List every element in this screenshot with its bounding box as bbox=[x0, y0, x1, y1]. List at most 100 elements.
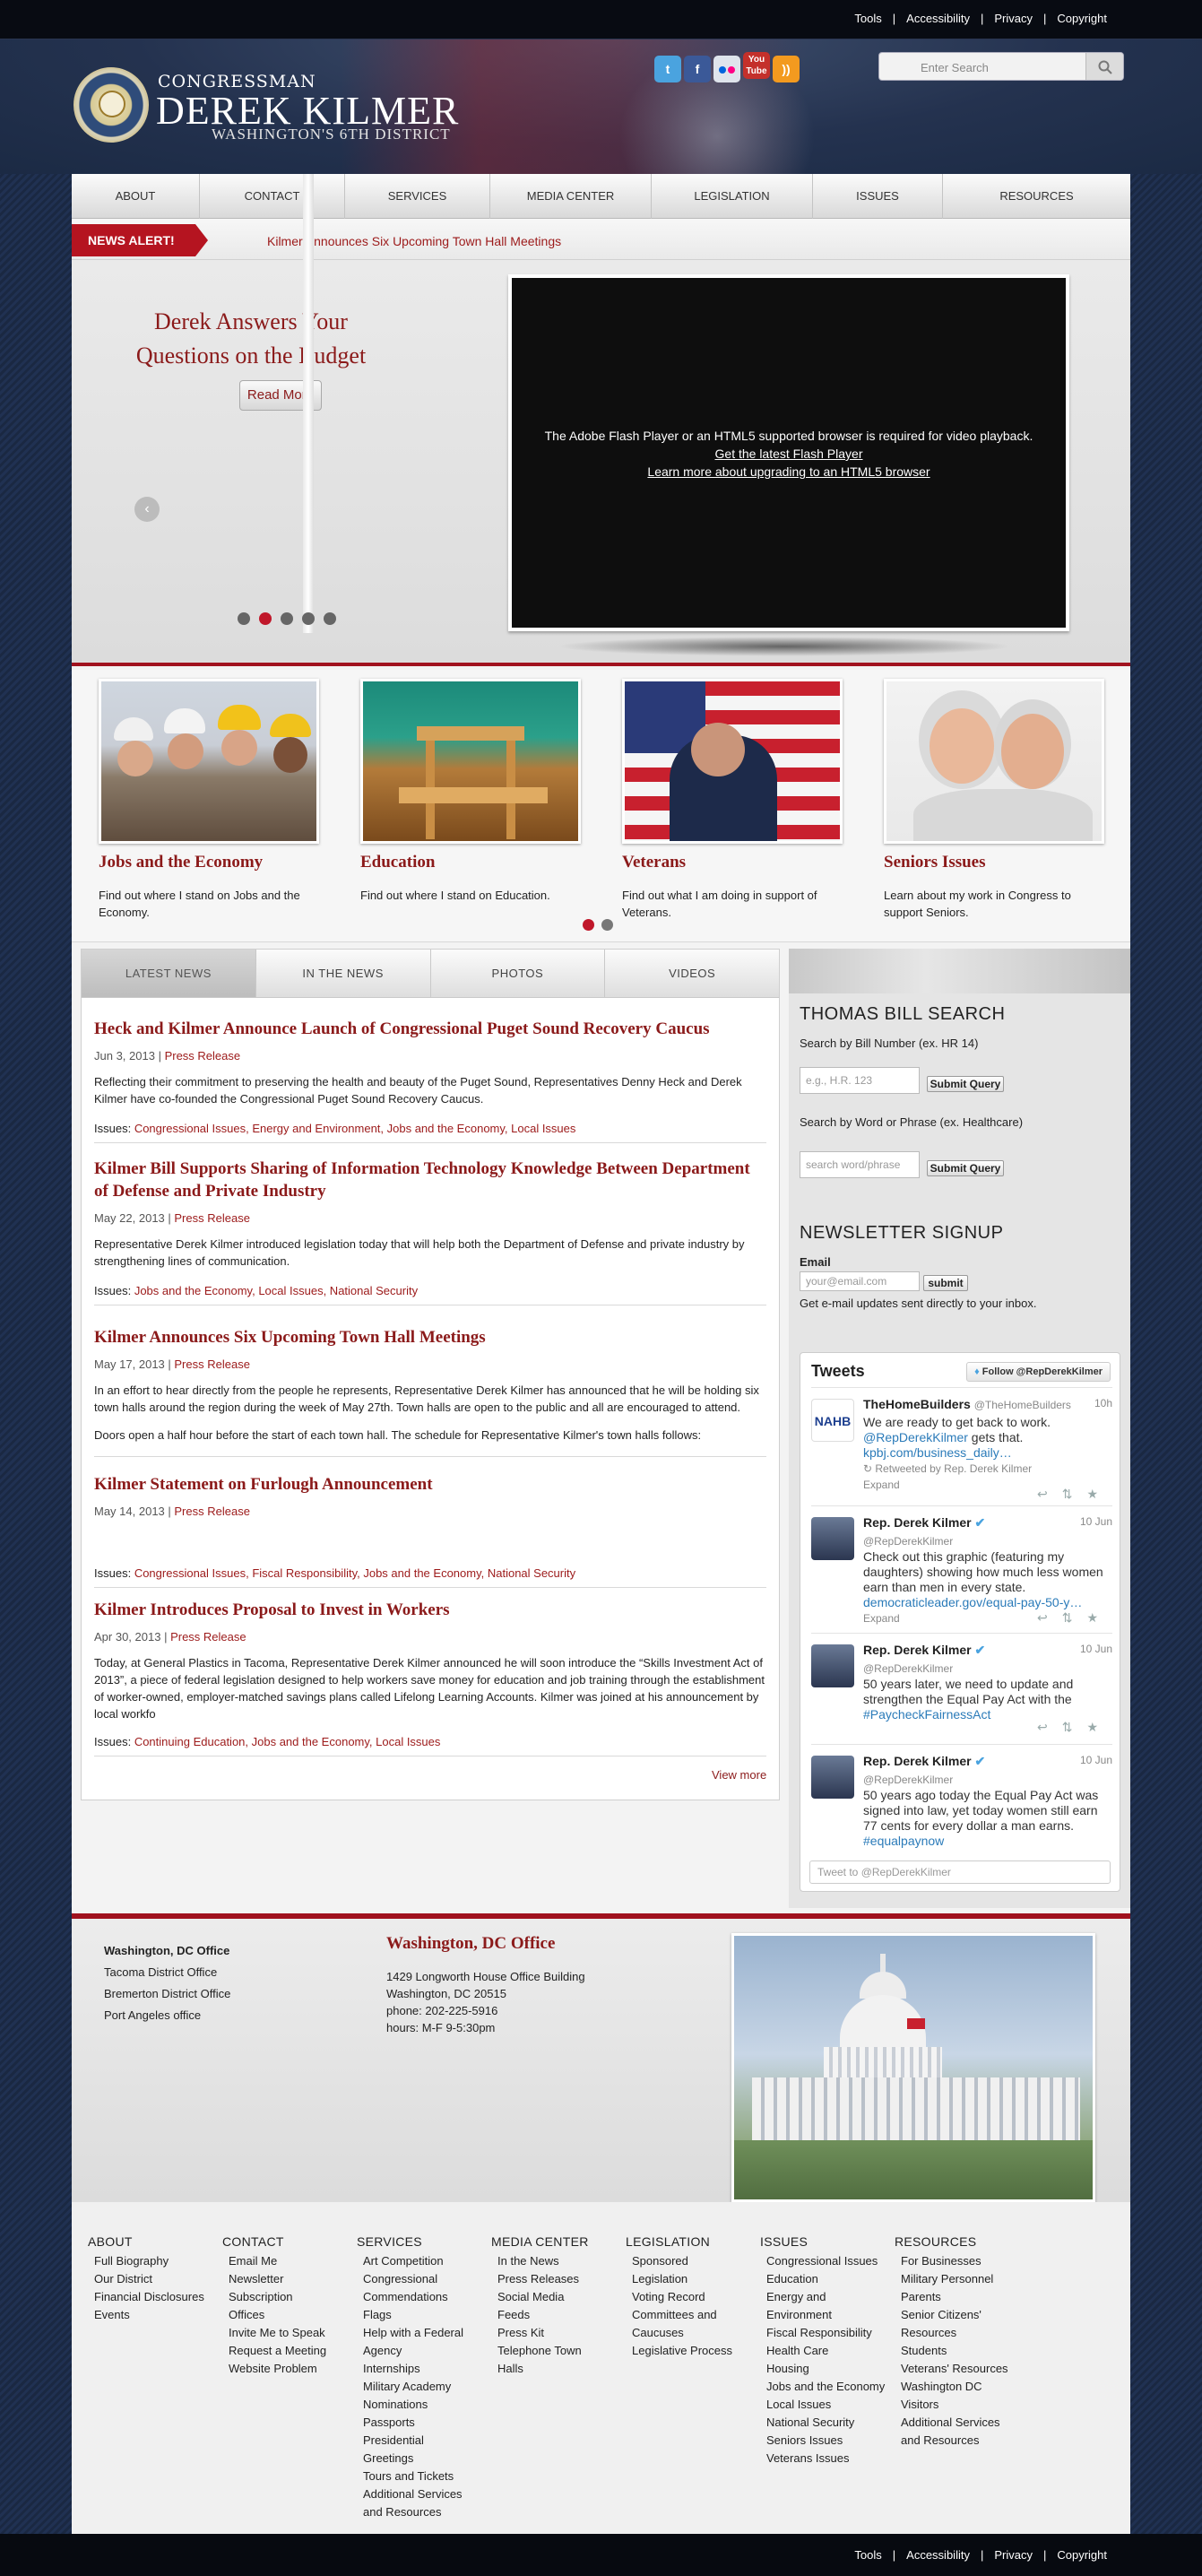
tweet-author[interactable]: Rep. Derek Kilmer ✔ bbox=[863, 1643, 985, 1658]
link-copyright[interactable]: Copyright bbox=[1051, 2548, 1112, 2562]
sitemap-link[interactable]: Senior Citizens' Resources bbox=[895, 2306, 1011, 2342]
feature-dot[interactable] bbox=[601, 919, 613, 931]
sitemap-link[interactable]: For Businesses bbox=[895, 2252, 1011, 2270]
nav-about[interactable]: ABOUT bbox=[72, 174, 200, 219]
facebook-icon[interactable]: f bbox=[684, 56, 711, 82]
sitemap-heading[interactable]: Services bbox=[357, 2233, 473, 2251]
slider-dot[interactable] bbox=[281, 612, 293, 625]
article-type-link[interactable]: Press Release bbox=[170, 1630, 246, 1644]
education-image[interactable] bbox=[360, 679, 581, 844]
sitemap-link[interactable]: Seniors Issues bbox=[760, 2432, 895, 2450]
sitemap-link[interactable]: Full Biography bbox=[88, 2252, 213, 2270]
bill-word-submit-button[interactable]: Submit Query bbox=[927, 1160, 1004, 1176]
sitemap-link[interactable]: Presidential Greetings bbox=[357, 2432, 473, 2468]
tweet-time[interactable]: 10h bbox=[1094, 1397, 1112, 1409]
tweet[interactable]: Rep. Derek Kilmer ✔ 10 Jun @RepDerekKilm… bbox=[811, 1505, 1112, 1638]
sitemap-link[interactable]: Parents bbox=[895, 2288, 1011, 2306]
video-player[interactable]: The Adobe Flash Player or an HTML5 suppo… bbox=[508, 274, 1069, 631]
sitemap-heading[interactable]: Issues bbox=[760, 2233, 895, 2251]
article-title[interactable]: Heck and Kilmer Announce Launch of Congr… bbox=[94, 1018, 766, 1040]
office-item[interactable]: Bremerton District Office bbox=[104, 1983, 230, 2005]
tweet[interactable]: Rep. Derek Kilmer ✔ 10 Jun @RepDerekKilm… bbox=[811, 1633, 1112, 1748]
tweet-time[interactable]: 10 Jun bbox=[1080, 1754, 1112, 1766]
avatar[interactable] bbox=[811, 1756, 854, 1799]
sitemap-heading[interactable]: Legislation bbox=[626, 2233, 742, 2251]
sitemap-link[interactable]: Veterans Issues bbox=[760, 2450, 895, 2468]
tweet-actions[interactable]: ↩⇅★ bbox=[1037, 1610, 1112, 1626]
sitemap-link[interactable]: Military Personnel bbox=[895, 2270, 1011, 2288]
expand-link[interactable]: Expand bbox=[863, 1612, 900, 1625]
bill-number-input[interactable]: e.g., H.R. 123 bbox=[800, 1067, 920, 1094]
seniors-image[interactable] bbox=[884, 679, 1104, 844]
article-title[interactable]: Kilmer Introduces Proposal to Invest in … bbox=[94, 1599, 766, 1621]
nav-contact[interactable]: CONTACT bbox=[200, 174, 345, 219]
sitemap-link[interactable]: Military Academy Nominations bbox=[357, 2378, 473, 2414]
sitemap-link[interactable]: Congressional Commendations bbox=[357, 2270, 473, 2306]
sitemap-link[interactable]: National Security bbox=[760, 2414, 895, 2432]
article-title[interactable]: Kilmer Statement on Furlough Announcemen… bbox=[94, 1473, 766, 1496]
slider-prev-icon[interactable]: ‹ bbox=[134, 497, 160, 522]
sitemap-link[interactable]: Press Releases bbox=[491, 2270, 608, 2288]
sitemap-link[interactable]: Passports bbox=[357, 2414, 473, 2432]
nav-services[interactable]: SERVICES bbox=[345, 174, 490, 219]
sitemap-link[interactable]: Newsletter Subscription bbox=[222, 2270, 339, 2306]
sitemap-link[interactable]: Feeds bbox=[491, 2306, 608, 2324]
sitemap-link[interactable]: Offices bbox=[222, 2306, 339, 2324]
sitemap-link[interactable]: Washington DC Visitors bbox=[895, 2378, 1011, 2414]
jobs-image[interactable] bbox=[99, 679, 319, 844]
tweet-time[interactable]: 10 Jun bbox=[1080, 1643, 1112, 1655]
sitemap-link[interactable]: Fiscal Responsibility bbox=[760, 2324, 895, 2342]
article-issues-links[interactable]: Jobs and the Economy, Local Issues, Nati… bbox=[134, 1284, 418, 1297]
link-privacy[interactable]: Privacy bbox=[989, 2548, 1038, 2562]
veterans-image[interactable] bbox=[622, 679, 843, 844]
email-submit-button[interactable]: submit bbox=[923, 1275, 968, 1291]
feature-seniors[interactable]: Seniors Issues Learn about my work in Co… bbox=[884, 679, 1108, 921]
slider-dot[interactable] bbox=[238, 612, 250, 625]
slider-dot[interactable] bbox=[302, 612, 315, 625]
email-input[interactable]: your@email.com bbox=[800, 1271, 920, 1291]
sitemap-link[interactable]: Committees and Caucuses bbox=[626, 2306, 742, 2342]
tweet-time[interactable]: 10 Jun bbox=[1080, 1515, 1112, 1528]
sitemap-heading[interactable]: About bbox=[88, 2233, 213, 2251]
sitemap-link[interactable]: Help with a Federal Agency bbox=[357, 2324, 473, 2360]
sitemap-link[interactable]: Legislative Process bbox=[626, 2342, 742, 2360]
link-accessibility[interactable]: Accessibility bbox=[901, 12, 975, 25]
article-issues-links[interactable]: Continuing Education, Jobs and the Econo… bbox=[134, 1735, 441, 1748]
sitemap-link[interactable]: Request a Meeting bbox=[222, 2342, 339, 2360]
sitemap-link[interactable]: Telephone Town Halls bbox=[491, 2342, 608, 2378]
slider-dot-active[interactable] bbox=[259, 612, 272, 625]
tweet-actions[interactable]: ↩⇅★ bbox=[1037, 1487, 1112, 1502]
sitemap-link[interactable]: Events bbox=[88, 2306, 213, 2324]
flash-player-link[interactable]: Get the latest Flash Player bbox=[512, 445, 1066, 463]
article-type-link[interactable]: Press Release bbox=[174, 1211, 250, 1225]
feature-veterans[interactable]: Veterans Find out what I am doing in sup… bbox=[622, 679, 846, 921]
tab-videos[interactable]: VIDEOS bbox=[605, 950, 779, 997]
house-seal-logo[interactable] bbox=[74, 67, 149, 143]
sitemap-link[interactable]: Students bbox=[895, 2342, 1011, 2360]
sitemap-link[interactable]: Veterans' Resources bbox=[895, 2360, 1011, 2378]
flickr-icon[interactable] bbox=[713, 56, 740, 82]
feature-title[interactable]: Education bbox=[360, 853, 584, 872]
link-tools[interactable]: Tools bbox=[849, 12, 886, 25]
article-type-link[interactable]: Press Release bbox=[174, 1357, 250, 1371]
tab-in-the-news[interactable]: IN THE NEWS bbox=[255, 950, 431, 997]
sitemap-link[interactable]: Press Kit bbox=[491, 2324, 608, 2342]
tweet-author[interactable]: Rep. Derek Kilmer ✔ bbox=[863, 1515, 985, 1531]
office-item[interactable]: Port Angeles office bbox=[104, 2005, 230, 2026]
sitemap-link[interactable]: In the News bbox=[491, 2252, 608, 2270]
article-type-link[interactable]: Press Release bbox=[174, 1505, 250, 1518]
sitemap-link[interactable]: Email Me bbox=[222, 2252, 339, 2270]
feature-title[interactable]: Jobs and the Economy bbox=[99, 853, 323, 872]
sitemap-link[interactable]: Invite Me to Speak bbox=[222, 2324, 339, 2342]
sitemap-link[interactable]: Congressional Issues bbox=[760, 2252, 895, 2270]
sitemap-link[interactable]: Voting Record bbox=[626, 2288, 742, 2306]
article-issues-links[interactable]: Congressional Issues, Energy and Environ… bbox=[134, 1122, 576, 1135]
tweet[interactable]: NAHB TheHomeBuilders @TheHomeBuilders 10… bbox=[811, 1387, 1112, 1511]
search-button[interactable] bbox=[1085, 53, 1123, 80]
feature-title[interactable]: Seniors Issues bbox=[884, 853, 1108, 872]
rss-icon[interactable]: )) bbox=[773, 56, 800, 82]
article-type-link[interactable]: Press Release bbox=[165, 1049, 241, 1062]
sitemap-link[interactable]: Local Issues bbox=[760, 2396, 895, 2414]
link-tools[interactable]: Tools bbox=[849, 2548, 886, 2562]
tweet-to-input[interactable]: Tweet to @RepDerekKilmer bbox=[809, 1860, 1111, 1884]
